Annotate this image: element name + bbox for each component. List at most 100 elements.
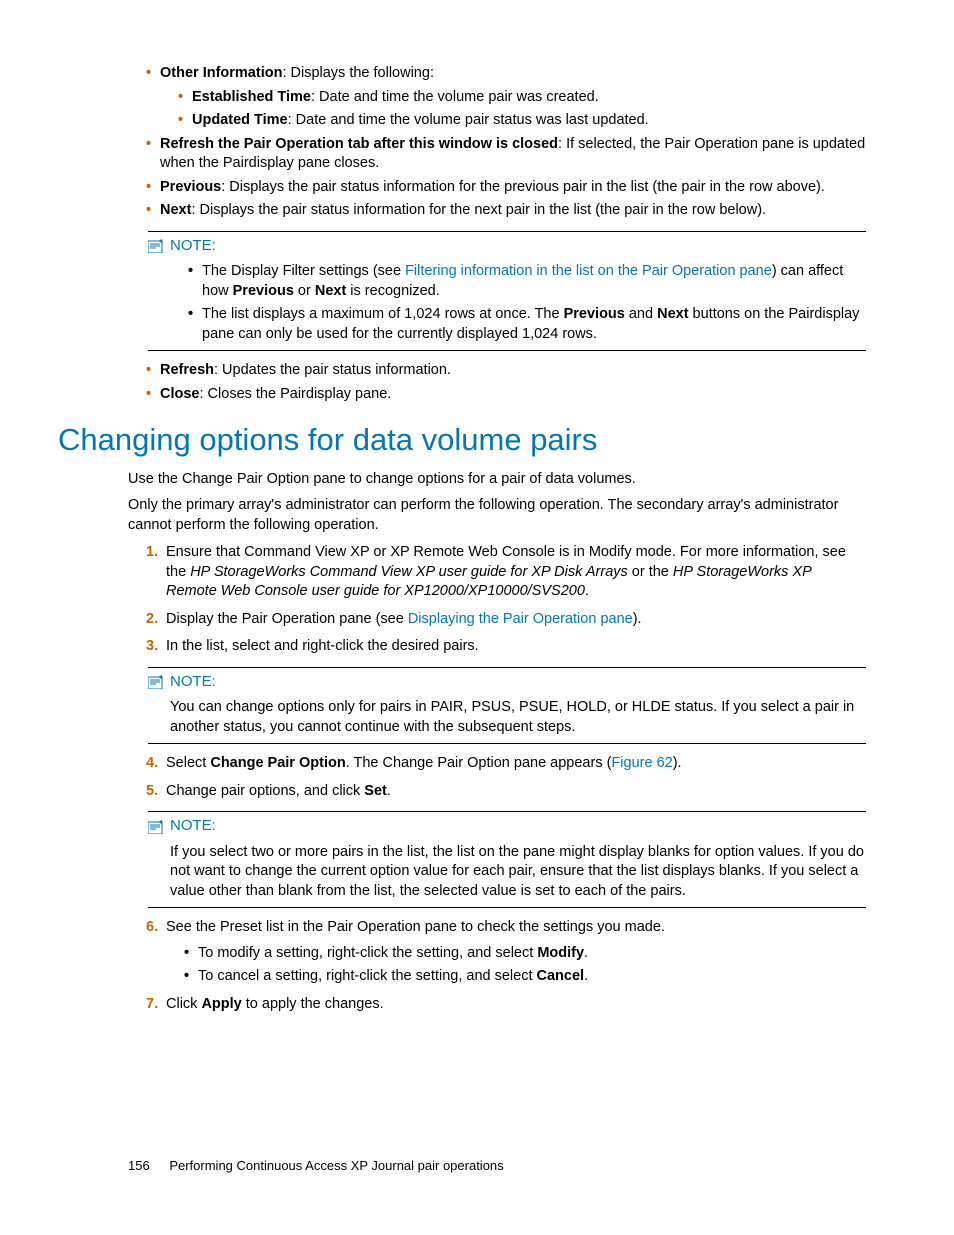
rule xyxy=(148,350,866,351)
note-icon xyxy=(148,239,164,253)
note-block-3: NOTE: If you select two or more pairs in… xyxy=(148,811,866,908)
t: Set xyxy=(364,783,387,799)
rule xyxy=(148,907,866,908)
note-label: NOTE: xyxy=(170,816,216,836)
label: Previous xyxy=(160,179,221,195)
t: Change pair options, and click xyxy=(166,783,364,799)
t: or xyxy=(294,283,315,299)
t: Apply xyxy=(201,996,241,1012)
t: To modify a setting, right-click the set… xyxy=(198,945,537,961)
t: To cancel a setting, right-click the set… xyxy=(198,968,537,984)
t: Previous xyxy=(233,283,294,299)
note-list: The Display Filter settings (see Filteri… xyxy=(170,262,866,344)
steps-list-cont: Select Change Pair Option. The Change Pa… xyxy=(128,754,866,801)
note-icon xyxy=(148,675,164,689)
rule xyxy=(148,231,866,232)
pair-op-link[interactable]: Displaying the Pair Operation pane xyxy=(408,611,633,627)
t: ). xyxy=(673,755,682,771)
t: Select xyxy=(166,755,210,771)
text: : Displays the following: xyxy=(282,65,434,81)
page-footer: 156 Performing Continuous Access XP Jour… xyxy=(128,1158,504,1173)
doc-title: HP StorageWorks Command View XP user gui… xyxy=(190,564,628,580)
text: : Date and time the volume pair status w… xyxy=(288,112,649,128)
note-label: NOTE: xyxy=(170,236,216,256)
text: : Displays the pair status information f… xyxy=(191,202,766,218)
list-item: Other Information: Displays the followin… xyxy=(146,64,866,131)
section-heading: Changing options for data volume pairs xyxy=(58,419,866,461)
t: Previous xyxy=(564,306,625,322)
t: . xyxy=(585,583,589,599)
t: See the Preset list in the Pair Operatio… xyxy=(166,919,665,935)
step-3: In the list, select and right-click the … xyxy=(146,637,866,657)
t: The Display Filter settings (see xyxy=(202,263,405,279)
label: Established Time xyxy=(192,89,311,105)
page-number: 156 xyxy=(128,1158,150,1173)
t: Next xyxy=(657,306,688,322)
note-heading: NOTE: xyxy=(148,672,866,692)
label: Close xyxy=(160,386,200,402)
note-heading: NOTE: xyxy=(148,236,866,256)
list-item: The list displays a maximum of 1,024 row… xyxy=(188,305,866,344)
step-7: Click Apply to apply the changes. xyxy=(146,995,866,1015)
note-body: The Display Filter settings (see Filteri… xyxy=(170,262,866,344)
note-label: NOTE: xyxy=(170,672,216,692)
list-item: Next: Displays the pair status informati… xyxy=(146,201,866,221)
label: Refresh the Pair Operation tab after thi… xyxy=(160,136,558,152)
list-item: Close: Closes the Pairdisplay pane. xyxy=(146,385,866,405)
note-body: You can change options only for pairs in… xyxy=(170,698,866,737)
text: : Closes the Pairdisplay pane. xyxy=(200,386,392,402)
nested-list: To modify a setting, right-click the set… xyxy=(166,944,866,987)
t: or the xyxy=(628,564,673,580)
label: Updated Time xyxy=(192,112,288,128)
step-6: See the Preset list in the Pair Operatio… xyxy=(146,918,866,987)
steps-list-cont2: See the Preset list in the Pair Operatio… xyxy=(128,918,866,1014)
t: Modify xyxy=(537,945,584,961)
note-block-2: NOTE: You can change options only for pa… xyxy=(148,667,866,744)
main-content: Other Information: Displays the followin… xyxy=(88,64,866,1015)
note-block-1: NOTE: The Display Filter settings (see F… xyxy=(148,231,866,352)
t: . The Change Pair Option pane appears ( xyxy=(346,755,612,771)
filter-link[interactable]: Filtering information in the list on the… xyxy=(405,263,772,279)
rule xyxy=(148,743,866,744)
note-heading: NOTE: xyxy=(148,816,866,836)
list-item: The Display Filter settings (see Filteri… xyxy=(188,262,866,301)
list-item: Updated Time: Date and time the volume p… xyxy=(178,111,866,131)
document-page: Other Information: Displays the followin… xyxy=(0,0,954,1235)
nested-list: Established Time: Date and time the volu… xyxy=(160,88,866,131)
footer-title: Performing Continuous Access XP Journal … xyxy=(169,1158,503,1173)
steps-list: Ensure that Command View XP or XP Remote… xyxy=(128,543,866,657)
t: is recognized. xyxy=(346,283,440,299)
list-item: Refresh: Updates the pair status informa… xyxy=(146,361,866,381)
text: : Date and time the volume pair was crea… xyxy=(311,89,599,105)
t: In the list, select and right-click the … xyxy=(166,638,479,654)
list-item: To cancel a setting, right-click the set… xyxy=(184,967,866,987)
label: Refresh xyxy=(160,362,214,378)
lower-bullet-list: Refresh: Updates the pair status informa… xyxy=(128,361,866,404)
intro-paragraph-2: Only the primary array's administrator c… xyxy=(128,496,866,535)
list-item: Refresh the Pair Operation tab after thi… xyxy=(146,135,866,174)
text: : Updates the pair status information. xyxy=(214,362,451,378)
t: Cancel xyxy=(537,968,585,984)
t: Change Pair Option xyxy=(210,755,345,771)
note-body: If you select two or more pairs in the l… xyxy=(170,843,866,902)
text: : Displays the pair status information f… xyxy=(221,179,825,195)
note-icon xyxy=(148,820,164,834)
label: Other Information xyxy=(160,65,282,81)
t: . xyxy=(584,945,588,961)
intro-paragraph-1: Use the Change Pair Option pane to chang… xyxy=(128,470,866,490)
t: and xyxy=(625,306,657,322)
step-1: Ensure that Command View XP or XP Remote… xyxy=(146,543,866,602)
rule xyxy=(148,667,866,668)
t: . xyxy=(387,783,391,799)
t: Display the Pair Operation pane (see xyxy=(166,611,408,627)
t: Click xyxy=(166,996,201,1012)
list-item: To modify a setting, right-click the set… xyxy=(184,944,866,964)
step-2: Display the Pair Operation pane (see Dis… xyxy=(146,610,866,630)
t: ). xyxy=(633,611,642,627)
rule xyxy=(148,811,866,812)
t: The list displays a maximum of 1,024 row… xyxy=(202,306,564,322)
t: Next xyxy=(315,283,346,299)
figure-link[interactable]: Figure 62 xyxy=(611,755,672,771)
label: Next xyxy=(160,202,191,218)
step-4: Select Change Pair Option. The Change Pa… xyxy=(146,754,866,774)
